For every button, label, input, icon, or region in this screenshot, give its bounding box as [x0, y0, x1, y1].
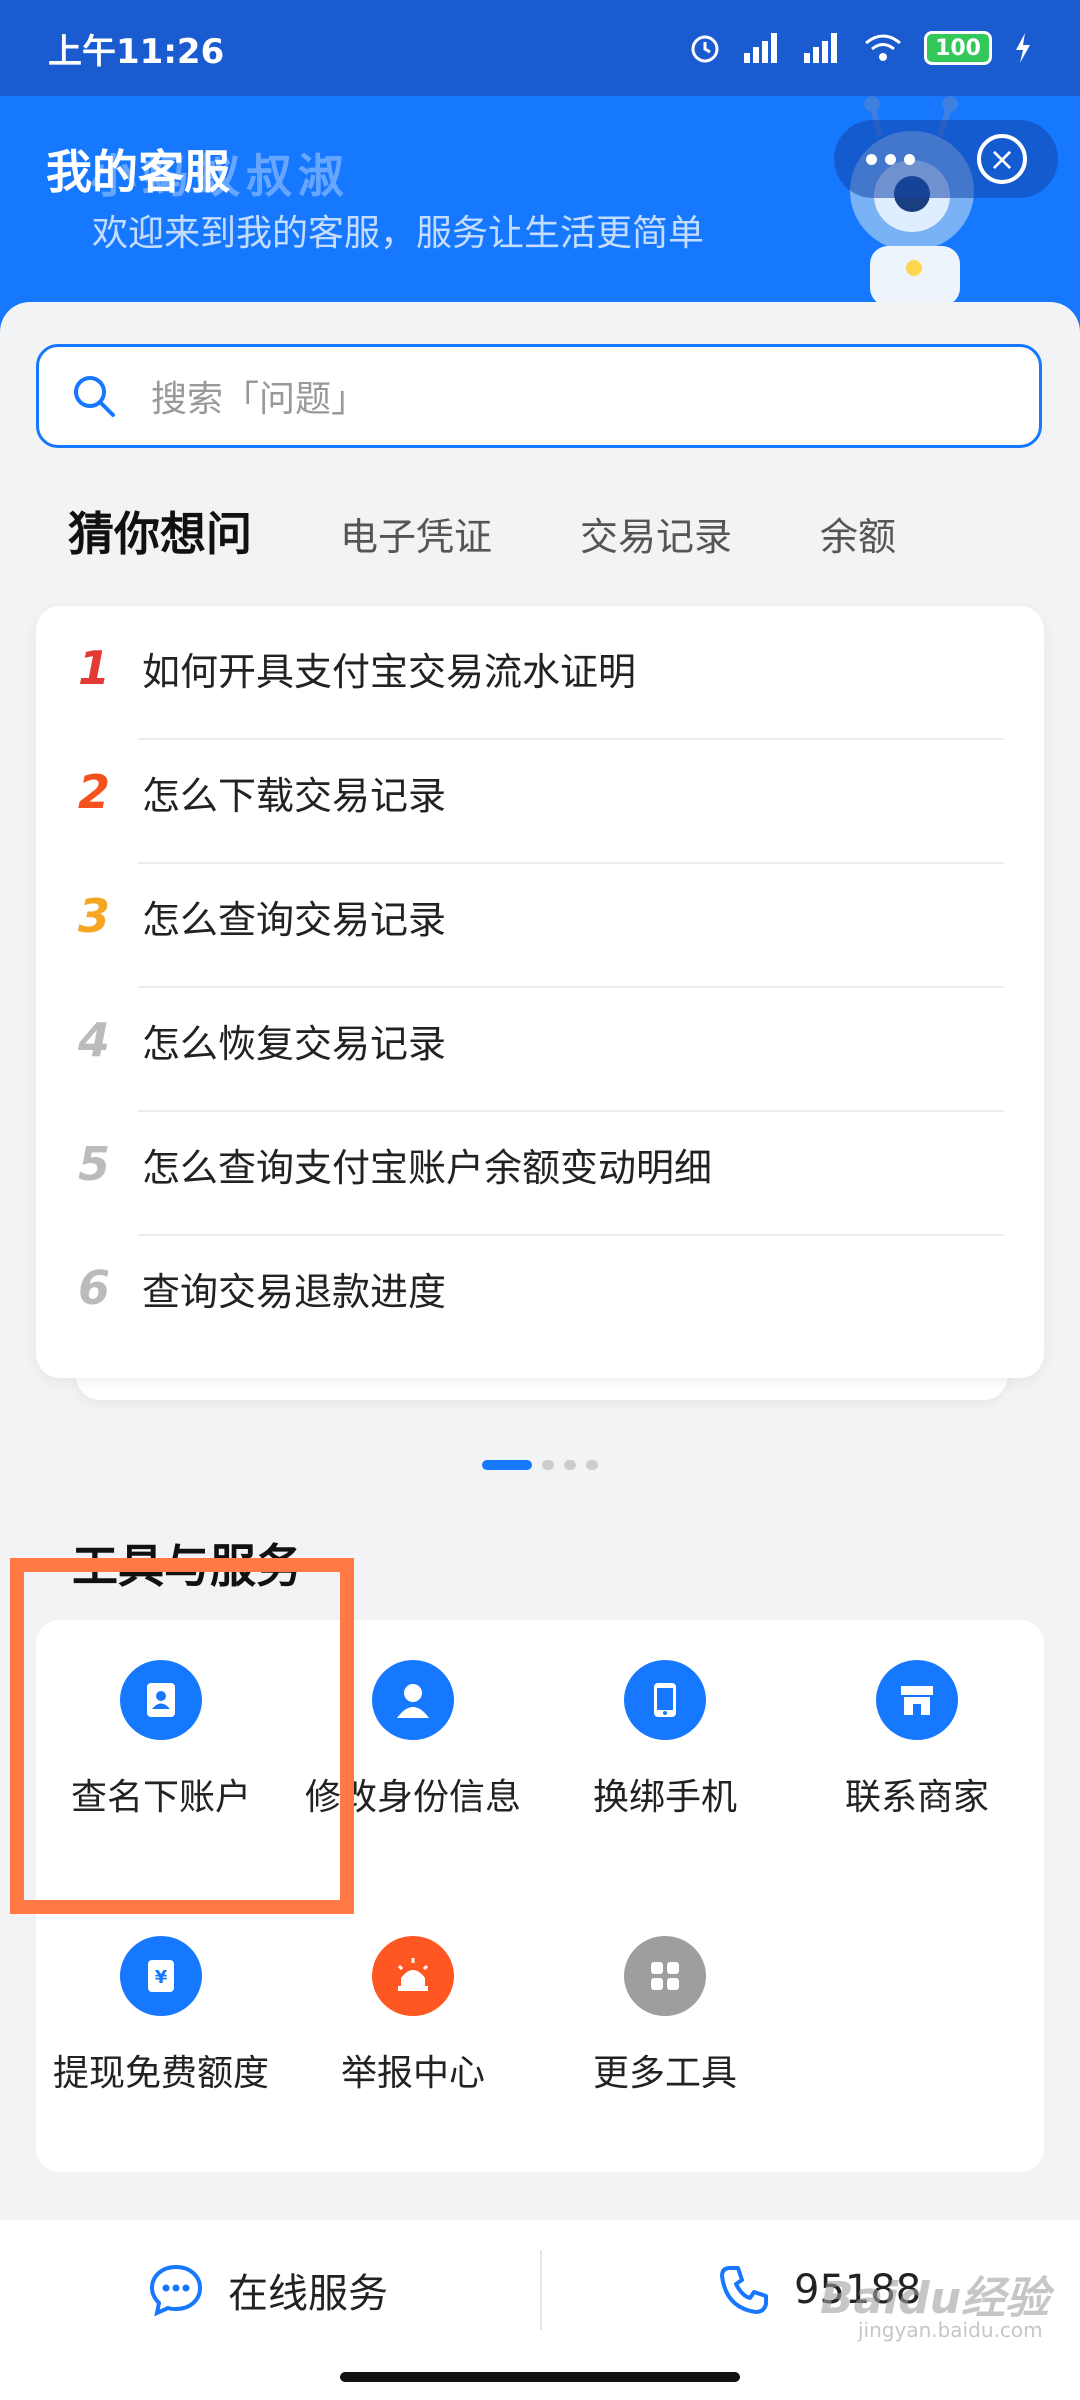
question-text: 如何开具支付宝交易流水证明 — [142, 649, 637, 694]
pager-dot[interactable] — [586, 1460, 598, 1470]
question-number: 3 — [78, 889, 111, 943]
battery-icon: 100 — [924, 31, 992, 65]
online-service-button[interactable]: 在线服务 — [148, 2220, 388, 2360]
pager-dot[interactable] — [564, 1460, 576, 1470]
question-text: 怎么恢复交易记录 — [142, 1021, 447, 1066]
question-text: 怎么查询交易记录 — [142, 897, 447, 942]
home-indicator[interactable] — [340, 2372, 740, 2382]
phone-icon — [624, 1660, 706, 1740]
question-number: 1 — [78, 641, 111, 695]
tool-change-phone[interactable]: 换绑手机 — [540, 1620, 790, 1820]
status-bar: 上午11:26 100 — [0, 0, 1080, 96]
tool-free-withdraw-quota[interactable]: ¥ 提现免费额度 — [36, 1896, 286, 2096]
close-icon: × — [977, 134, 1027, 184]
question-number: 5 — [78, 1137, 111, 1191]
wifi-icon — [865, 34, 902, 61]
person-icon — [372, 1660, 454, 1740]
divider — [540, 2250, 542, 2330]
tab-transactions[interactable]: 交易记录 — [580, 506, 732, 561]
question-item[interactable]: 5 怎么查询支付宝账户余额变动明细 — [36, 1102, 1044, 1226]
tool-label: 换绑手机 — [592, 1777, 737, 1818]
store-icon — [876, 1660, 958, 1740]
search-placeholder: 搜索「问题」 — [151, 379, 368, 420]
more-dots-icon — [865, 153, 915, 165]
watermark-url: jingyan.baidu.com — [858, 2318, 1043, 2342]
chat-bubble-icon — [149, 2264, 203, 2317]
question-tabs: 猜你想问 电子凭证 交易记录 余额 — [68, 498, 984, 564]
online-service-label: 在线服务 — [228, 2271, 388, 2317]
question-number: 6 — [78, 1261, 111, 1315]
question-number: 4 — [78, 1013, 111, 1067]
signal-icon — [804, 33, 842, 63]
card-pager — [482, 1460, 598, 1470]
alarm-clock-icon — [691, 35, 719, 63]
tool-label: 举报中心 — [340, 2053, 485, 2094]
question-text: 怎么查询支付宝账户余额变动明细 — [142, 1145, 713, 1190]
signal-icon — [744, 33, 782, 63]
tool-report-center[interactable]: 举报中心 — [288, 1896, 538, 2096]
question-item[interactable]: 1 如何开具支付宝交易流水证明 — [36, 606, 1044, 730]
question-number: 2 — [78, 765, 111, 819]
question-list-card: 1 如何开具支付宝交易流水证明 2 怎么下载交易记录 3 怎么查询交易记录 4 … — [36, 606, 1044, 1378]
charging-icon — [1016, 33, 1030, 63]
tool-more[interactable]: 更多工具 — [540, 1896, 790, 2096]
main-content: 搜索「问题」 猜你想问 电子凭证 交易记录 余额 1 如何开具支付宝交易流水证明… — [0, 302, 1080, 2222]
yuan-card-icon: ¥ — [120, 1936, 202, 2016]
pager-dot-active[interactable] — [482, 1460, 532, 1470]
grid-icon — [624, 1936, 706, 2016]
search-icon — [74, 376, 115, 417]
tab-balance[interactable]: 余额 — [820, 506, 896, 561]
tool-label: 更多工具 — [592, 2053, 737, 2094]
header-subtitle: 欢迎来到我的客服，服务让生活更简单 — [92, 213, 705, 254]
highlight-box — [10, 1558, 354, 1914]
mini-app-capsule: × — [834, 120, 1058, 198]
question-item[interactable]: 4 怎么恢复交易记录 — [36, 978, 1044, 1102]
svg-text:¥: ¥ — [155, 1967, 168, 1988]
status-icons: 100 — [688, 31, 1032, 65]
phone-call-icon — [720, 2266, 768, 2314]
pager-dot[interactable] — [542, 1460, 554, 1470]
tab-guess[interactable]: 猜你想问 — [68, 498, 252, 564]
tool-label: 提现免费额度 — [52, 2053, 269, 2094]
status-time: 上午11:26 — [48, 31, 225, 72]
question-item[interactable]: 3 怎么查询交易记录 — [36, 854, 1044, 978]
close-button[interactable]: × — [957, 120, 1047, 198]
question-item[interactable]: 6 查询交易退款进度 — [36, 1226, 1044, 1350]
question-item[interactable]: 2 怎么下载交易记录 — [36, 730, 1044, 854]
more-options-button[interactable] — [845, 120, 935, 198]
question-text: 怎么下载交易记录 — [142, 773, 447, 818]
alarm-icon — [372, 1936, 454, 2016]
tool-label: 联系商家 — [844, 1777, 989, 1818]
watermark-logo: Baidu经验 — [820, 2273, 1050, 2324]
page-title: 我的客服 — [46, 145, 230, 199]
tool-contact-merchant[interactable]: 联系商家 — [792, 1620, 1042, 1820]
search-input[interactable]: 搜索「问题」 — [36, 344, 1042, 448]
tab-e-voucher[interactable]: 电子凭证 — [340, 506, 492, 561]
question-text: 查询交易退款进度 — [142, 1269, 447, 1314]
